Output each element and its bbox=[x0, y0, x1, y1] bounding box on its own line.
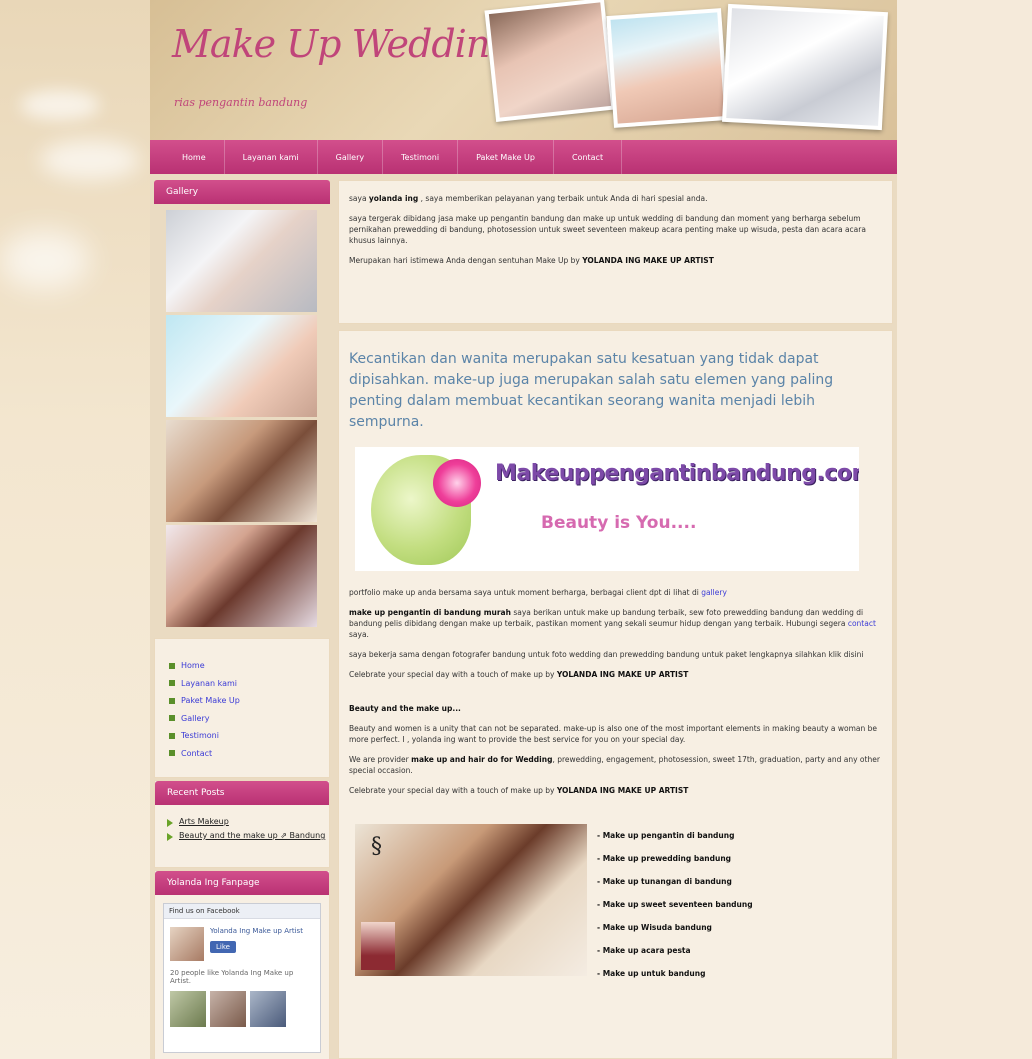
page-wrapper: Make Up Wedding Bandung rias pengantin b… bbox=[150, 0, 897, 1059]
pages-widget: Home Layanan kami Paket Make Up Gallery … bbox=[154, 638, 330, 778]
sidebar-link-testimoni[interactable]: Testimoni bbox=[169, 727, 329, 745]
nav-contact[interactable]: Contact bbox=[554, 140, 623, 174]
service-item: - Make up Wisuda bandung bbox=[597, 923, 712, 932]
site-banner[interactable]: Makeuppengantinbandung.com Beauty is You… bbox=[355, 447, 859, 571]
site-tagline: rias pengantin bandung bbox=[174, 96, 308, 109]
intro-panel: saya yolanda ing , saya memberikan pelay… bbox=[338, 180, 893, 324]
sidebar-link-layanan-kami[interactable]: Layanan kami bbox=[169, 675, 329, 693]
widget-title: Recent Posts bbox=[155, 781, 329, 805]
contact-link[interactable]: contact bbox=[848, 619, 876, 628]
nav-paket-make-up[interactable]: Paket Make Up bbox=[458, 140, 554, 174]
page-background-right bbox=[897, 0, 1032, 1059]
sidebar-link-paket-make-up[interactable]: Paket Make Up bbox=[169, 692, 329, 710]
gallery-link[interactable]: gallery bbox=[701, 588, 727, 597]
decorative-sparkle bbox=[0, 230, 90, 290]
decorative-sparkle bbox=[40, 140, 140, 180]
fan-avatar[interactable] bbox=[170, 991, 206, 1027]
bullet-icon bbox=[169, 662, 175, 669]
bride-photo: § bbox=[355, 824, 587, 976]
flower-icon bbox=[433, 459, 481, 507]
brand-logo-icon: § bbox=[371, 834, 382, 859]
widget-title: Gallery bbox=[154, 180, 330, 204]
recent-post-link[interactable]: Arts Makeup bbox=[155, 815, 329, 829]
services-row: § - Make up pengantin di bandung - Make … bbox=[349, 824, 882, 985]
gallery-thumbnail[interactable] bbox=[166, 210, 317, 312]
gallery-widget: Gallery bbox=[154, 180, 330, 630]
nav-gallery[interactable]: Gallery bbox=[318, 140, 384, 174]
intro-paragraph: saya yolanda ing , saya memberikan pelay… bbox=[349, 194, 708, 203]
section-heading: Beauty and the make up... bbox=[349, 704, 461, 713]
facebook-box-header: Find us on Facebook bbox=[164, 904, 320, 919]
provider-paragraph: We are provider make up and hair do for … bbox=[349, 755, 880, 775]
fan-avatar[interactable] bbox=[210, 991, 246, 1027]
banner-domain: Makeuppengantinbandung.com bbox=[495, 461, 859, 486]
bullet-icon bbox=[169, 750, 175, 757]
pricing-paragraph: make up pengantin di bandung murah saya … bbox=[349, 608, 876, 639]
service-item: - Make up sweet seventeen bandung bbox=[597, 900, 753, 909]
facebook-faces bbox=[164, 985, 320, 1033]
sidebar-link-home[interactable]: Home bbox=[169, 657, 329, 675]
facebook-like-count: 20 people like Yolanda Ing Make up Artis… bbox=[170, 969, 294, 985]
facebook-like-button[interactable]: Like bbox=[210, 941, 236, 953]
inset-photo bbox=[361, 922, 395, 970]
widget-title: Yolanda Ing Fanpage bbox=[155, 871, 329, 895]
fan-avatar[interactable] bbox=[250, 991, 286, 1027]
bullet-icon bbox=[169, 715, 175, 722]
lead-text: Kecantikan dan wanita merupakan satu kes… bbox=[349, 351, 834, 430]
nav-home[interactable]: Home bbox=[164, 140, 225, 174]
page-background-left bbox=[0, 0, 150, 1059]
content-panel: Kecantikan dan wanita merupakan satu kes… bbox=[338, 330, 893, 1059]
bullet-icon bbox=[169, 697, 175, 704]
services-list: - Make up pengantin di bandung - Make up… bbox=[597, 824, 753, 985]
triangle-bullet-icon bbox=[167, 819, 173, 827]
facebook-like-box: Find us on Facebook Yolanda Ing Make up … bbox=[163, 903, 321, 1053]
recent-posts-widget: Recent Posts Arts Makeup Beauty and the … bbox=[154, 780, 330, 868]
bullet-icon bbox=[169, 732, 175, 739]
service-item: - Make up pengantin di bandung bbox=[597, 831, 735, 840]
service-item: - Make up prewedding bandung bbox=[597, 854, 732, 863]
recent-post-link[interactable]: Beauty and the make up ⇗ Bandung bbox=[155, 829, 329, 843]
nav-testimoni[interactable]: Testimoni bbox=[383, 140, 459, 174]
service-item: - Make up acara pesta bbox=[597, 946, 691, 955]
celebrate-paragraph: Celebrate your special day with a touch … bbox=[349, 786, 689, 795]
sidebar-link-gallery[interactable]: Gallery bbox=[169, 710, 329, 728]
header-photo bbox=[484, 0, 616, 122]
header-photo bbox=[606, 8, 729, 128]
facebook-widget: Yolanda Ing Fanpage Find us on Facebook … bbox=[154, 870, 330, 1059]
tagline-paragraph: Merupakan hari istimewa Anda dengan sent… bbox=[349, 256, 714, 265]
facebook-page-name[interactable]: Yolanda Ing Make up Artist bbox=[210, 927, 303, 935]
service-item: - Make up untuk bandung bbox=[597, 969, 706, 978]
beauty-paragraph: Beauty and women is a unity that can not… bbox=[349, 724, 878, 744]
gallery-thumbnail[interactable] bbox=[166, 525, 317, 627]
service-item: - Make up tunangan di bandung bbox=[597, 877, 732, 886]
main-nav: Home Layanan kami Gallery Testimoni Pake… bbox=[150, 140, 897, 174]
gallery-thumbnail[interactable] bbox=[166, 315, 317, 417]
photographer-paragraph: saya bekerja sama dengan fotografer band… bbox=[349, 650, 864, 659]
sidebar-link-contact[interactable]: Contact bbox=[169, 745, 329, 763]
celebrate-paragraph: Celebrate your special day with a touch … bbox=[349, 670, 689, 679]
bullet-icon bbox=[169, 680, 175, 687]
banner-slogan: Beauty is You.... bbox=[541, 513, 697, 533]
site-header: Make Up Wedding Bandung rias pengantin b… bbox=[150, 0, 897, 140]
header-photo bbox=[722, 3, 888, 131]
decorative-sparkle bbox=[20, 90, 100, 120]
services-paragraph: saya tergerak dibidang jasa make up peng… bbox=[349, 214, 866, 245]
nav-layanan-kami[interactable]: Layanan kami bbox=[225, 140, 318, 174]
triangle-bullet-icon bbox=[167, 833, 173, 841]
portfolio-paragraph: portfolio make up anda bersama saya untu… bbox=[349, 588, 727, 597]
gallery-thumbnail[interactable] bbox=[166, 420, 317, 522]
page-avatar[interactable] bbox=[170, 927, 204, 961]
